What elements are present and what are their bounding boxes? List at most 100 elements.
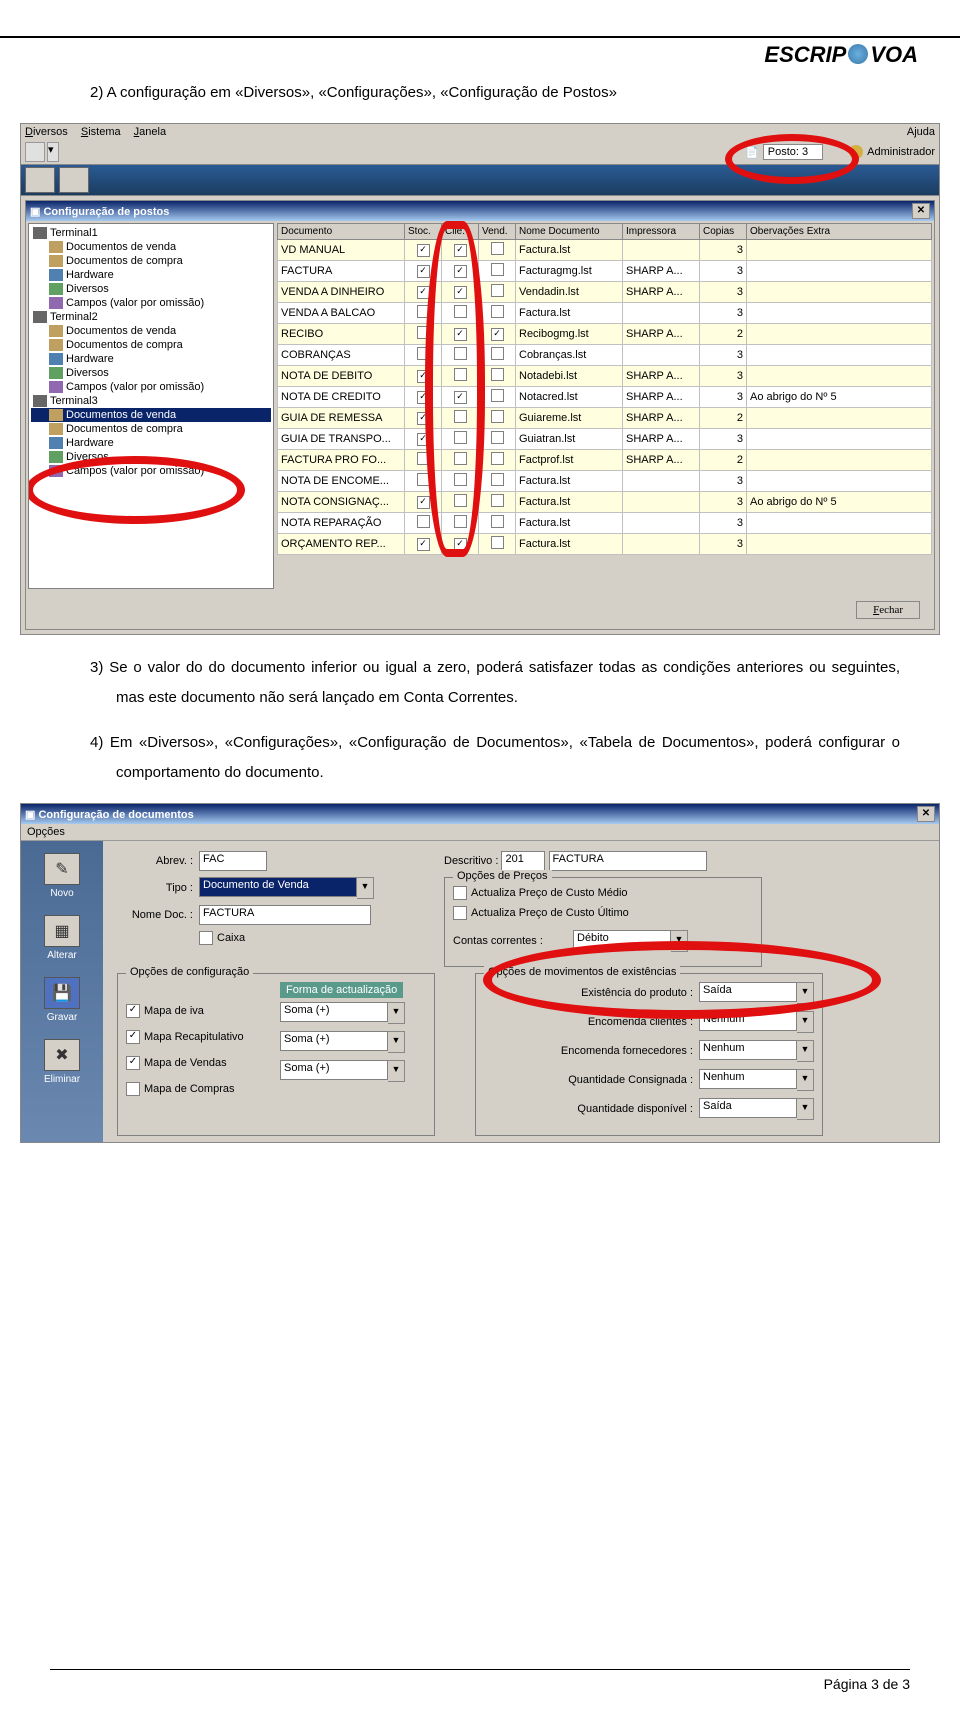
checkbox-act1[interactable] <box>453 886 467 900</box>
tree-view[interactable]: Terminal1 Documentos de venda Documentos… <box>28 223 274 589</box>
table-row[interactable]: FACTURA PRO FO...Factprof.lstSHARP A...2 <box>278 450 932 471</box>
dropdown-icon[interactable]: ▼ <box>357 877 374 899</box>
admin-icon <box>849 145 863 159</box>
table-row[interactable]: FACTURA✓✓Facturagmg.lstSHARP A...3 <box>278 261 932 282</box>
iconbar-icon[interactable] <box>59 167 89 193</box>
table-row[interactable]: GUIA DE TRANSPO...✓Guiatran.lstSHARP A..… <box>278 429 932 450</box>
tree-terminal1[interactable]: Terminal1 <box>31 226 271 240</box>
table-row[interactable]: VENDA A DINHEIRO✓✓Vendadin.lstSHARP A...… <box>278 282 932 303</box>
menu-diversos[interactable]: DDiversosiversos <box>25 126 68 138</box>
table-row[interactable]: NOTA DE DEBITO✓Notadebi.lstSHARP A...3 <box>278 366 932 387</box>
checkbox-mapiva[interactable]: ✓ <box>126 1004 140 1018</box>
tree-item[interactable]: Campos (valor por omissão) <box>31 464 271 478</box>
close-button[interactable]: Fechar <box>856 601 920 619</box>
label-encfor: Encomenda fornecedores : <box>561 1045 699 1057</box>
tree-item[interactable]: Diversos <box>31 366 271 380</box>
tree-item[interactable]: Diversos <box>31 450 271 464</box>
posto-field: Posto: 3 <box>763 144 823 160</box>
table-row[interactable]: RECIBO✓✓Recibogmg.lstSHARP A...2 <box>278 324 932 345</box>
dropdown-icon[interactable]: ▼ <box>797 982 814 1004</box>
tree-item[interactable]: Hardware <box>31 352 271 366</box>
col-vend[interactable]: Vend. <box>479 224 516 240</box>
label-maprec: Mapa Recapitulativo <box>144 1031 244 1043</box>
checkbox-act2[interactable] <box>453 906 467 920</box>
col-cop[interactable]: Copias <box>700 224 747 240</box>
menu-sistema[interactable]: Sistema <box>81 126 121 138</box>
input-qtdis[interactable]: Saída <box>699 1098 797 1118</box>
tree-item[interactable]: Documentos de venda <box>31 324 271 338</box>
sidebar-alterar[interactable]: ▦Alterar <box>21 907 103 969</box>
col-clie[interactable]: Clie. <box>442 224 479 240</box>
dropdown-icon[interactable]: ▼ <box>388 1031 405 1053</box>
input-encfor[interactable]: Nenhum <box>699 1040 797 1060</box>
input-enccli[interactable]: Nenhum <box>699 1011 797 1031</box>
tree-item[interactable]: Campos (valor por omissão) <box>31 296 271 310</box>
tree-item[interactable]: Documentos de compra <box>31 338 271 352</box>
input-nome[interactable]: FACTURA <box>199 905 371 925</box>
dropdown-icon[interactable]: ▼ <box>797 1098 814 1120</box>
dropdown-icon[interactable]: ▼ <box>797 1011 814 1033</box>
label-enccli: Encomenda clientes : <box>588 1016 699 1028</box>
iconbar-icon[interactable] <box>25 167 55 193</box>
dropdown-icon[interactable]: ▼ <box>797 1040 814 1062</box>
close-icon[interactable]: ✕ <box>917 806 935 822</box>
table-row[interactable]: COBRANÇASCobranças.lst3 <box>278 345 932 366</box>
label-nome: Nome Doc. : <box>117 909 199 921</box>
table-row[interactable]: NOTA REPARAÇÃOFactura.lst3 <box>278 513 932 534</box>
input-soma[interactable]: Soma (+) <box>280 1031 388 1051</box>
table-row[interactable]: VENDA A BALCAOFactura.lst3 <box>278 303 932 324</box>
table-row[interactable]: NOTA CONSIGNAÇ...✓Factura.lst3Ao abrigo … <box>278 492 932 513</box>
col-nome[interactable]: Nome Documento <box>516 224 623 240</box>
table-row[interactable]: ORÇAMENTO REP...✓✓Factura.lst3 <box>278 534 932 555</box>
dropdown-icon[interactable]: ▼ <box>797 1069 814 1091</box>
tree-item[interactable]: Documentos de compra <box>31 254 271 268</box>
dropdown-icon[interactable]: ▼ <box>388 1002 405 1024</box>
fieldset-config: Opções de configuração <box>126 966 253 978</box>
toolbar-dropdown-icon[interactable]: ▾ <box>47 142 59 162</box>
sidebar-gravar[interactable]: 💾Gravar <box>21 969 103 1031</box>
col-stoc[interactable]: Stoc. <box>405 224 442 240</box>
col-obs[interactable]: Obervações Extra <box>747 224 932 240</box>
tree-item[interactable]: Diversos <box>31 282 271 296</box>
checkbox-maprec[interactable]: ✓ <box>126 1030 140 1044</box>
tree-item[interactable]: Campos (valor por omissão) <box>31 380 271 394</box>
label-qtcon: Quantidade Consignada : <box>568 1074 699 1086</box>
tree-item[interactable]: Hardware <box>31 436 271 450</box>
checkbox-mapven[interactable]: ✓ <box>126 1056 140 1070</box>
tree-item[interactable]: Documentos de venda <box>31 240 271 254</box>
table-row[interactable]: GUIA DE REMESSA✓Guiareme.lstSHARP A...2 <box>278 408 932 429</box>
menu-janela[interactable]: Janela <box>134 126 166 138</box>
sidebar-eliminar[interactable]: ✖Eliminar <box>21 1031 103 1093</box>
input-desc-txt[interactable]: FACTURA <box>549 851 707 871</box>
menu-ajuda[interactable]: Ajuda <box>907 126 935 138</box>
menu-opcoes[interactable]: Opções <box>27 826 65 838</box>
input-abrev[interactable]: FAC <box>199 851 267 871</box>
input-desc-num[interactable]: 201 <box>501 851 545 871</box>
input-exist[interactable]: Saída <box>699 982 797 1002</box>
input-tipo[interactable]: Documento de Venda <box>199 877 357 897</box>
close-icon[interactable]: ✕ <box>912 203 930 219</box>
table-row[interactable]: NOTA DE ENCOME...Factura.lst3 <box>278 471 932 492</box>
input-soma[interactable]: Soma (+) <box>280 1002 388 1022</box>
table-row[interactable]: NOTA DE CREDITO✓✓Notacred.lstSHARP A...3… <box>278 387 932 408</box>
tree-item[interactable]: Hardware <box>31 268 271 282</box>
tree-item-selected[interactable]: Documentos de venda <box>31 408 271 422</box>
input-qtcon[interactable]: Nenhum <box>699 1069 797 1089</box>
col-doc[interactable]: Documento <box>278 224 405 240</box>
tree-terminal3[interactable]: Terminal3 <box>31 394 271 408</box>
menubar[interactable]: DDiversosiversos Sistema Janela Ajuda <box>21 124 939 140</box>
checkbox-caixa[interactable] <box>199 931 213 945</box>
checkbox-mapcom[interactable] <box>126 1082 140 1096</box>
input-contas[interactable]: Débito <box>573 930 671 950</box>
sidebar-novo[interactable]: ✎Novo <box>21 845 103 907</box>
documents-grid[interactable]: Documento Stoc. Clie. Vend. Nome Documen… <box>277 223 932 589</box>
table-row[interactable]: VD MANUAL✓✓Factura.lst3 <box>278 240 932 261</box>
dropdown-icon[interactable]: ▼ <box>671 930 688 952</box>
col-imp[interactable]: Impressora <box>623 224 700 240</box>
dropdown-icon[interactable]: ▼ <box>388 1060 405 1082</box>
input-soma[interactable]: Soma (+) <box>280 1060 388 1080</box>
toolbar-icon[interactable] <box>25 142 45 162</box>
tree-item[interactable]: Documentos de compra <box>31 422 271 436</box>
tree-terminal2[interactable]: Terminal2 <box>31 310 271 324</box>
label-mapven: Mapa de Vendas <box>144 1057 227 1069</box>
